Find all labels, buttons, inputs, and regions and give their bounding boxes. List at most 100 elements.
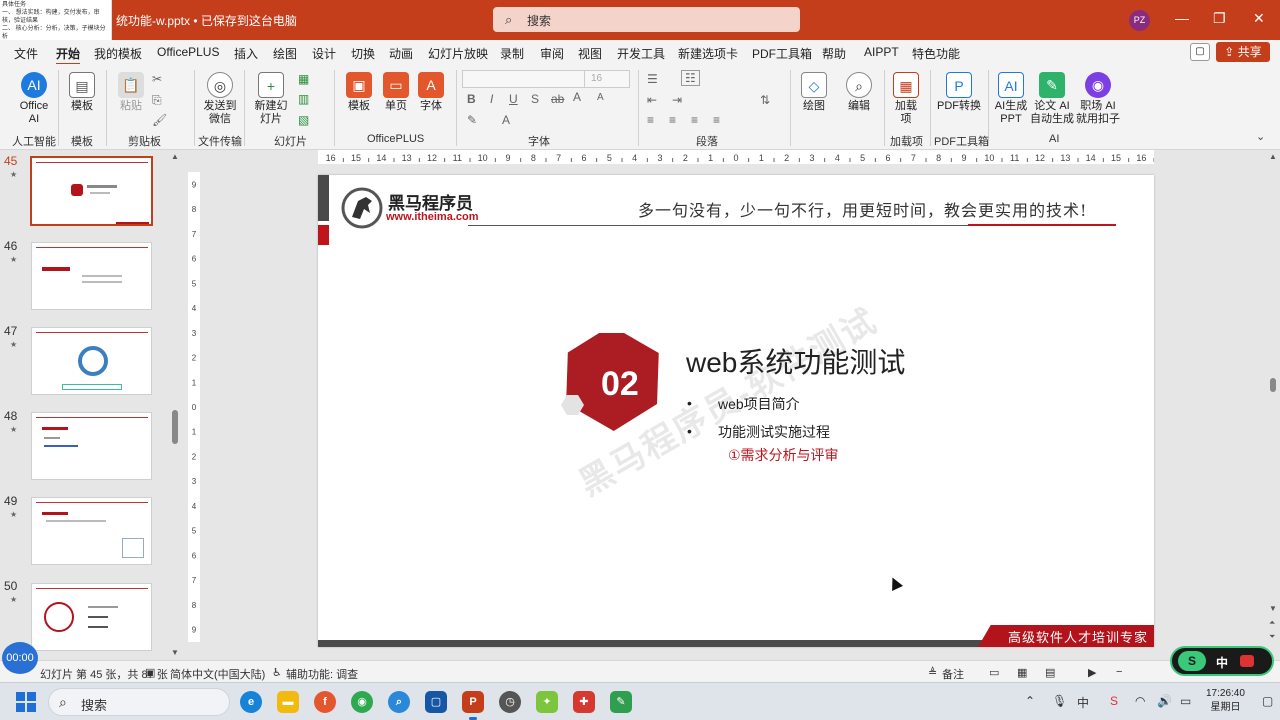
officeplus-template-button[interactable]: ▣ 模板 <box>344 72 374 113</box>
increase-indent-icon[interactable]: ⇥ <box>672 93 682 107</box>
normal-view-icon[interactable]: ▭ <box>989 666 999 679</box>
slide-thumbnail[interactable] <box>31 497 152 565</box>
align-left-icon[interactable]: ≡ <box>647 113 654 127</box>
powerpoint-icon[interactable]: P <box>462 691 484 720</box>
reset-icon[interactable]: ▥ <box>298 92 309 106</box>
tab-record[interactable]: 录制 <box>500 45 524 62</box>
shadow-button[interactable]: S <box>531 92 539 106</box>
microphone-icon[interactable]: 🎙 <box>1052 694 1067 708</box>
edge-icon[interactable]: e <box>240 691 262 713</box>
windows-start-icon[interactable] <box>16 692 36 712</box>
taskbar-search[interactable]: ⌕ 搜索 <box>48 688 230 716</box>
tab-file[interactable]: 文件 <box>14 45 38 62</box>
clock-app-icon[interactable]: ◷ <box>499 691 521 713</box>
timer-badge[interactable]: 00:00 <box>2 642 38 674</box>
chevron-up-icon[interactable]: ⌃ <box>1025 694 1035 708</box>
increase-font-button[interactable]: A <box>573 90 581 104</box>
slide-thumbnail[interactable] <box>31 583 152 651</box>
ai-ppt-button[interactable]: AI AI生成PPT <box>994 72 1028 126</box>
align-right-icon[interactable]: ≡ <box>691 113 698 127</box>
send-wechat-button[interactable]: ◎ 发送到微信 <box>200 72 240 126</box>
tab-home[interactable]: 开始 <box>56 45 81 66</box>
font-color-icon[interactable]: A <box>502 113 510 127</box>
decrease-font-button[interactable]: A <box>597 92 604 103</box>
thumbnail-scroll-thumb[interactable] <box>172 410 178 444</box>
battery-icon[interactable]: ▭ <box>1180 694 1191 708</box>
align-center-icon[interactable]: ≡ <box>669 113 676 127</box>
ime-tray-icon[interactable]: 中 <box>1077 694 1089 711</box>
zhichang-ai-button[interactable]: ◉ 职场 AI就用扣子 <box>1076 72 1120 126</box>
justify-icon[interactable]: ≡ <box>713 113 720 127</box>
tab-aippt[interactable]: AIPPT <box>864 45 899 59</box>
tab-help[interactable]: 帮助 <box>822 45 846 62</box>
tab-officeplus[interactable]: OfficePLUS <box>157 45 219 59</box>
firefox-icon[interactable]: f <box>314 691 336 713</box>
tab-review[interactable]: 审阅 <box>540 45 564 62</box>
tab-insert[interactable]: 插入 <box>234 45 258 62</box>
notes-button[interactable]: 备注 <box>942 666 964 682</box>
paste-button[interactable]: 📋 粘贴 <box>116 72 146 113</box>
avatar[interactable]: PZ <box>1129 10 1150 31</box>
tab-design[interactable]: 设计 <box>312 45 336 62</box>
tab-transitions[interactable]: 切换 <box>351 45 375 62</box>
font-template-button[interactable]: A 字体 <box>416 72 446 113</box>
tab-draw[interactable]: 绘图 <box>273 45 297 62</box>
accessibility-status[interactable]: 辅助功能: 调查 <box>286 666 358 682</box>
close-button[interactable]: ✕ <box>1253 10 1265 27</box>
minimize-button[interactable]: — <box>1175 10 1189 26</box>
edit-button[interactable]: ⌕ 编辑 <box>845 72 873 113</box>
app-icon[interactable]: ✦ <box>536 691 558 713</box>
bold-button[interactable]: B <box>467 92 476 106</box>
zoom-out-icon[interactable]: − <box>1116 666 1122 678</box>
pdf-convert-button[interactable]: P PDF转换 <box>937 72 981 113</box>
scroll-down-icon[interactable]: ▼ <box>171 648 179 657</box>
slide-thumbnail[interactable] <box>30 156 153 226</box>
layout-icon[interactable]: ▦ <box>298 72 309 86</box>
wifi-icon[interactable]: ◠ <box>1135 694 1145 708</box>
share-button[interactable]: ⇪ 共享 <box>1216 42 1270 62</box>
spellcheck-icon[interactable]: ▣ <box>145 666 155 679</box>
slide-thumbnail[interactable] <box>31 242 152 310</box>
slideshow-view-icon[interactable]: ▶ <box>1088 666 1096 679</box>
copy-icon[interactable]: ⎘ <box>152 93 162 108</box>
lunwen-ai-button[interactable]: ✎ 论文 AI自动生成 <box>1030 72 1074 126</box>
single-page-button[interactable]: ▭ 单页 <box>381 72 411 113</box>
app-tray-icon[interactable]: S <box>1110 694 1118 708</box>
numbering-icon[interactable]: ☷ <box>681 70 700 86</box>
collapse-ribbon-icon[interactable]: ⌄ <box>1256 130 1265 143</box>
text-direction-icon[interactable]: ⇅ <box>760 93 770 107</box>
draw-button[interactable]: ◇ 绘图 <box>800 72 828 113</box>
cut-icon[interactable]: ✂ <box>152 72 162 86</box>
restore-button[interactable]: ❐ <box>1213 10 1226 27</box>
language-indicator[interactable]: 简体中文(中国大陆) <box>170 666 265 682</box>
new-slide-button[interactable]: + 新建幻灯片 <box>250 72 292 126</box>
decrease-indent-icon[interactable]: ⇤ <box>647 93 657 107</box>
addins-button[interactable]: ▦ 加载项 <box>892 72 920 126</box>
taskbar-clock[interactable]: 17:26:40 星期日 <box>1206 687 1245 715</box>
tab-view[interactable]: 视图 <box>578 45 602 62</box>
section-icon[interactable]: ▧ <box>298 113 309 127</box>
slide-thumbnail[interactable] <box>31 412 152 480</box>
tab-pdf-toolbox[interactable]: PDF工具箱 <box>752 45 812 62</box>
template-button[interactable]: ▤ 模板 <box>68 72 96 113</box>
bullets-icon[interactable]: ☰ <box>647 72 658 86</box>
office-ai-button[interactable]: AI Office AI <box>14 72 54 126</box>
title-search-box[interactable]: ⌕ 搜索 <box>493 7 800 32</box>
volume-icon[interactable]: 🔊 <box>1157 694 1172 708</box>
font-size-select[interactable]: 16 <box>584 70 630 88</box>
tab-animations[interactable]: 动画 <box>389 45 413 62</box>
tab-slideshow[interactable]: 幻灯片放映 <box>428 45 488 62</box>
scroll-down-icon[interactable]: ▼ <box>1269 604 1277 613</box>
tab-my-template[interactable]: 我的模板 <box>94 45 142 62</box>
slide-thumbnail[interactable] <box>31 327 152 395</box>
search-app-icon[interactable]: ⌕ <box>388 691 410 713</box>
tab-developer[interactable]: 开发工具 <box>617 45 665 62</box>
app-icon[interactable]: ✎ <box>610 691 632 713</box>
app-icon[interactable]: ✚ <box>573 691 595 713</box>
app-icon[interactable]: ▢ <box>425 691 447 713</box>
slide-scroll-thumb[interactable] <box>1270 378 1276 392</box>
file-explorer-icon[interactable]: ▬ <box>277 691 299 713</box>
slide-sorter-icon[interactable]: ▦ <box>1017 666 1027 679</box>
slide-canvas[interactable]: 黑马程序员 www.itheima.com 多一句没有，少一句不行，用更短时间，… <box>318 175 1154 647</box>
next-slide-icon[interactable]: ⏷ <box>1269 632 1275 642</box>
